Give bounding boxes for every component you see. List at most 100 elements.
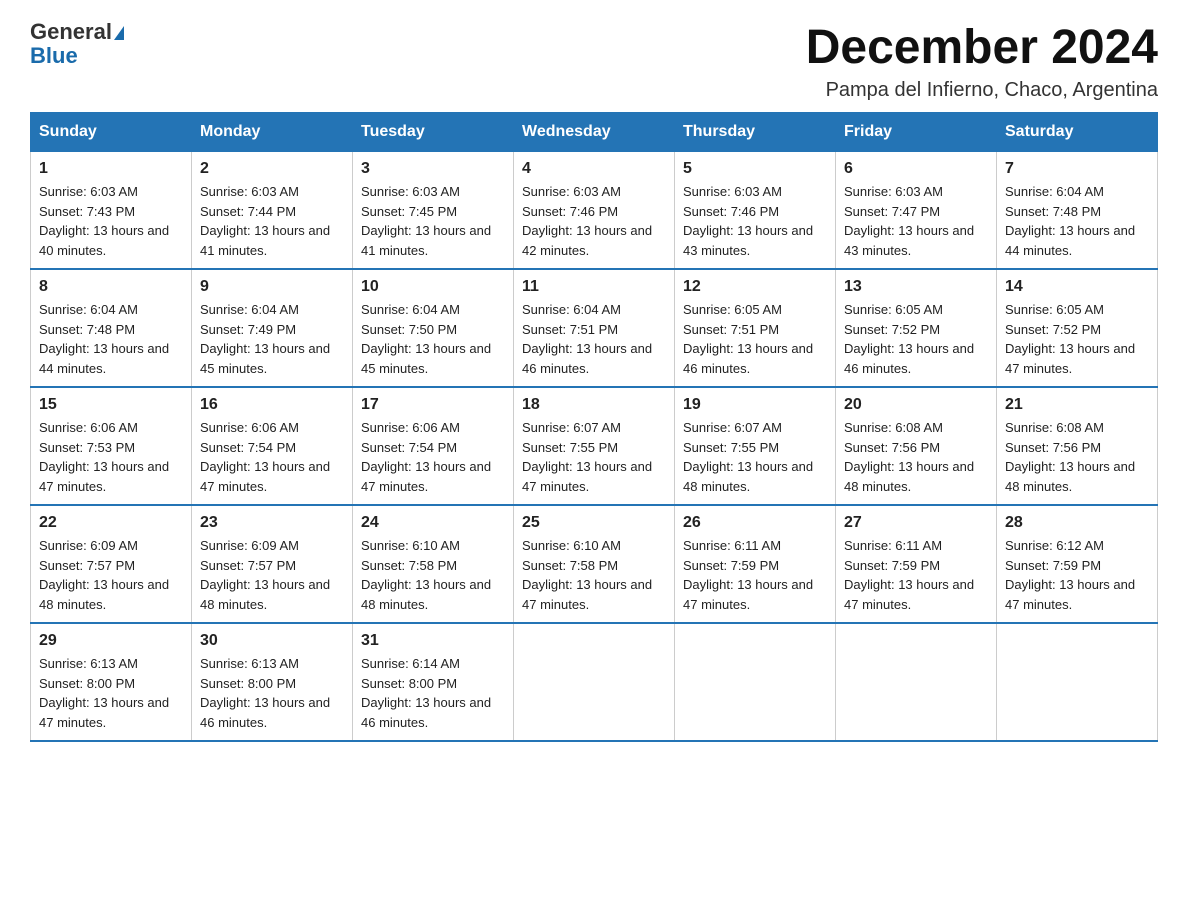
- table-row: 31 Sunrise: 6:14 AM Sunset: 8:00 PM Dayl…: [353, 623, 514, 741]
- calendar-table: Sunday Monday Tuesday Wednesday Thursday…: [30, 112, 1158, 742]
- day-info: Sunrise: 6:09 AM Sunset: 7:57 PM Dayligh…: [39, 536, 183, 614]
- day-number: 7: [1005, 160, 1149, 178]
- day-info: Sunrise: 6:12 AM Sunset: 7:59 PM Dayligh…: [1005, 536, 1149, 614]
- day-info: Sunrise: 6:03 AM Sunset: 7:46 PM Dayligh…: [683, 182, 827, 260]
- table-row: 24 Sunrise: 6:10 AM Sunset: 7:58 PM Dayl…: [353, 505, 514, 623]
- day-info: Sunrise: 6:04 AM Sunset: 7:48 PM Dayligh…: [39, 300, 183, 378]
- day-info: Sunrise: 6:05 AM Sunset: 7:52 PM Dayligh…: [844, 300, 988, 378]
- day-number: 14: [1005, 278, 1149, 296]
- day-info: Sunrise: 6:14 AM Sunset: 8:00 PM Dayligh…: [361, 654, 505, 732]
- day-info: Sunrise: 6:03 AM Sunset: 7:46 PM Dayligh…: [522, 182, 666, 260]
- day-info: Sunrise: 6:04 AM Sunset: 7:51 PM Dayligh…: [522, 300, 666, 378]
- day-number: 27: [844, 514, 988, 532]
- day-info: Sunrise: 6:08 AM Sunset: 7:56 PM Dayligh…: [1005, 418, 1149, 496]
- table-row: 27 Sunrise: 6:11 AM Sunset: 7:59 PM Dayl…: [836, 505, 997, 623]
- day-number: 16: [200, 396, 344, 414]
- day-number: 25: [522, 514, 666, 532]
- table-row: [675, 623, 836, 741]
- calendar-week-row: 1 Sunrise: 6:03 AM Sunset: 7:43 PM Dayli…: [31, 152, 1158, 270]
- calendar-week-row: 29 Sunrise: 6:13 AM Sunset: 8:00 PM Dayl…: [31, 623, 1158, 741]
- title-block: December 2024 Pampa del Infierno, Chaco,…: [806, 20, 1158, 102]
- day-number: 30: [200, 632, 344, 650]
- day-number: 20: [844, 396, 988, 414]
- col-sunday: Sunday: [31, 113, 192, 152]
- calendar-header-row: Sunday Monday Tuesday Wednesday Thursday…: [31, 113, 1158, 152]
- col-thursday: Thursday: [675, 113, 836, 152]
- day-info: Sunrise: 6:04 AM Sunset: 7:50 PM Dayligh…: [361, 300, 505, 378]
- table-row: 12 Sunrise: 6:05 AM Sunset: 7:51 PM Dayl…: [675, 269, 836, 387]
- day-info: Sunrise: 6:03 AM Sunset: 7:47 PM Dayligh…: [844, 182, 988, 260]
- day-number: 24: [361, 514, 505, 532]
- calendar-week-row: 22 Sunrise: 6:09 AM Sunset: 7:57 PM Dayl…: [31, 505, 1158, 623]
- table-row: 6 Sunrise: 6:03 AM Sunset: 7:47 PM Dayli…: [836, 152, 997, 270]
- day-number: 5: [683, 160, 827, 178]
- day-info: Sunrise: 6:06 AM Sunset: 7:54 PM Dayligh…: [200, 418, 344, 496]
- table-row: 8 Sunrise: 6:04 AM Sunset: 7:48 PM Dayli…: [31, 269, 192, 387]
- table-row: 13 Sunrise: 6:05 AM Sunset: 7:52 PM Dayl…: [836, 269, 997, 387]
- day-info: Sunrise: 6:09 AM Sunset: 7:57 PM Dayligh…: [200, 536, 344, 614]
- table-row: 15 Sunrise: 6:06 AM Sunset: 7:53 PM Dayl…: [31, 387, 192, 505]
- day-info: Sunrise: 6:11 AM Sunset: 7:59 PM Dayligh…: [683, 536, 827, 614]
- day-number: 1: [39, 160, 183, 178]
- table-row: 9 Sunrise: 6:04 AM Sunset: 7:49 PM Dayli…: [192, 269, 353, 387]
- table-row: 23 Sunrise: 6:09 AM Sunset: 7:57 PM Dayl…: [192, 505, 353, 623]
- day-info: Sunrise: 6:13 AM Sunset: 8:00 PM Dayligh…: [39, 654, 183, 732]
- day-number: 26: [683, 514, 827, 532]
- calendar-week-row: 15 Sunrise: 6:06 AM Sunset: 7:53 PM Dayl…: [31, 387, 1158, 505]
- table-row: 20 Sunrise: 6:08 AM Sunset: 7:56 PM Dayl…: [836, 387, 997, 505]
- day-number: 29: [39, 632, 183, 650]
- day-number: 23: [200, 514, 344, 532]
- table-row: 26 Sunrise: 6:11 AM Sunset: 7:59 PM Dayl…: [675, 505, 836, 623]
- table-row: 30 Sunrise: 6:13 AM Sunset: 8:00 PM Dayl…: [192, 623, 353, 741]
- day-number: 2: [200, 160, 344, 178]
- day-number: 11: [522, 278, 666, 296]
- table-row: 4 Sunrise: 6:03 AM Sunset: 7:46 PM Dayli…: [514, 152, 675, 270]
- table-row: 11 Sunrise: 6:04 AM Sunset: 7:51 PM Dayl…: [514, 269, 675, 387]
- table-row: 28 Sunrise: 6:12 AM Sunset: 7:59 PM Dayl…: [997, 505, 1158, 623]
- day-info: Sunrise: 6:13 AM Sunset: 8:00 PM Dayligh…: [200, 654, 344, 732]
- logo-general-text: General: [30, 20, 124, 44]
- day-info: Sunrise: 6:10 AM Sunset: 7:58 PM Dayligh…: [522, 536, 666, 614]
- table-row: 25 Sunrise: 6:10 AM Sunset: 7:58 PM Dayl…: [514, 505, 675, 623]
- table-row: 1 Sunrise: 6:03 AM Sunset: 7:43 PM Dayli…: [31, 152, 192, 270]
- day-number: 31: [361, 632, 505, 650]
- table-row: 19 Sunrise: 6:07 AM Sunset: 7:55 PM Dayl…: [675, 387, 836, 505]
- day-info: Sunrise: 6:06 AM Sunset: 7:54 PM Dayligh…: [361, 418, 505, 496]
- day-info: Sunrise: 6:03 AM Sunset: 7:45 PM Dayligh…: [361, 182, 505, 260]
- day-number: 22: [39, 514, 183, 532]
- table-row: 2 Sunrise: 6:03 AM Sunset: 7:44 PM Dayli…: [192, 152, 353, 270]
- table-row: 17 Sunrise: 6:06 AM Sunset: 7:54 PM Dayl…: [353, 387, 514, 505]
- day-info: Sunrise: 6:10 AM Sunset: 7:58 PM Dayligh…: [361, 536, 505, 614]
- day-number: 28: [1005, 514, 1149, 532]
- logo-blue-text: Blue: [30, 44, 124, 68]
- logo-icon: [114, 26, 124, 40]
- day-number: 4: [522, 160, 666, 178]
- day-info: Sunrise: 6:04 AM Sunset: 7:49 PM Dayligh…: [200, 300, 344, 378]
- col-friday: Friday: [836, 113, 997, 152]
- day-info: Sunrise: 6:08 AM Sunset: 7:56 PM Dayligh…: [844, 418, 988, 496]
- table-row: 29 Sunrise: 6:13 AM Sunset: 8:00 PM Dayl…: [31, 623, 192, 741]
- day-number: 6: [844, 160, 988, 178]
- table-row: 18 Sunrise: 6:07 AM Sunset: 7:55 PM Dayl…: [514, 387, 675, 505]
- day-info: Sunrise: 6:06 AM Sunset: 7:53 PM Dayligh…: [39, 418, 183, 496]
- table-row: 21 Sunrise: 6:08 AM Sunset: 7:56 PM Dayl…: [997, 387, 1158, 505]
- day-number: 9: [200, 278, 344, 296]
- table-row: 7 Sunrise: 6:04 AM Sunset: 7:48 PM Dayli…: [997, 152, 1158, 270]
- table-row: [514, 623, 675, 741]
- table-row: 10 Sunrise: 6:04 AM Sunset: 7:50 PM Dayl…: [353, 269, 514, 387]
- table-row: [836, 623, 997, 741]
- day-info: Sunrise: 6:03 AM Sunset: 7:44 PM Dayligh…: [200, 182, 344, 260]
- table-row: 22 Sunrise: 6:09 AM Sunset: 7:57 PM Dayl…: [31, 505, 192, 623]
- calendar-title: December 2024: [806, 20, 1158, 75]
- table-row: 5 Sunrise: 6:03 AM Sunset: 7:46 PM Dayli…: [675, 152, 836, 270]
- day-info: Sunrise: 6:07 AM Sunset: 7:55 PM Dayligh…: [522, 418, 666, 496]
- logo: General Blue: [30, 20, 124, 68]
- table-row: 16 Sunrise: 6:06 AM Sunset: 7:54 PM Dayl…: [192, 387, 353, 505]
- page-header: General Blue December 2024 Pampa del Inf…: [30, 20, 1158, 102]
- calendar-subtitle: Pampa del Infierno, Chaco, Argentina: [806, 79, 1158, 102]
- day-number: 12: [683, 278, 827, 296]
- day-number: 21: [1005, 396, 1149, 414]
- day-number: 19: [683, 396, 827, 414]
- col-saturday: Saturday: [997, 113, 1158, 152]
- day-number: 17: [361, 396, 505, 414]
